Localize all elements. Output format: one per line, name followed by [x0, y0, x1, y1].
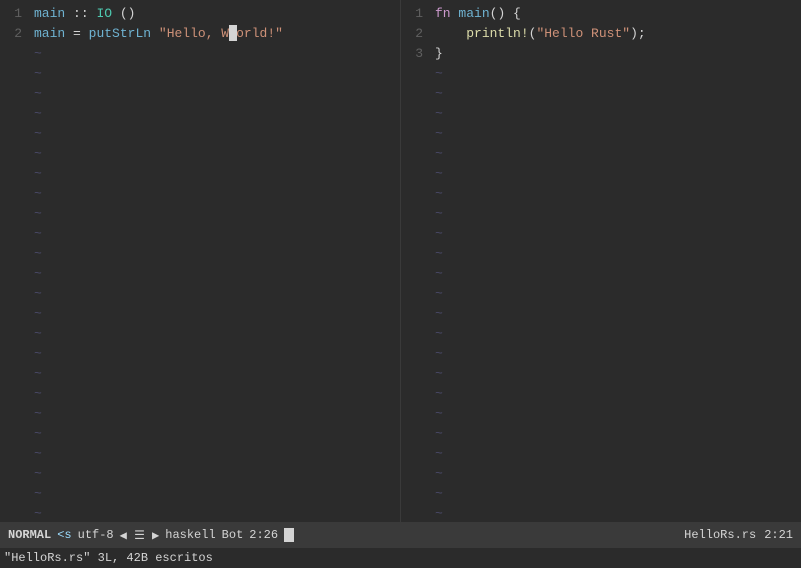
status-bot: Bot	[222, 528, 244, 542]
line-code: }	[431, 44, 443, 64]
line-code: main = putStrLn "Hello, World!"	[30, 24, 283, 44]
status-cursor-indicator	[284, 528, 294, 542]
line-code: main :: IO ()	[30, 4, 135, 24]
line-number: 1	[401, 4, 431, 24]
table-row: 2 println!("Hello Rust");	[401, 24, 801, 44]
status-right: HelloRs.rs 2:21	[684, 528, 793, 542]
status-position: 2:26	[249, 528, 278, 542]
left-code-content[interactable]: 1 main :: IO () 2 main = putStrLn "Hello…	[0, 0, 400, 522]
status-filetype: haskell	[165, 528, 215, 542]
statusbar: NORMAL <s utf-8 ◀ ☰ ▶ haskell Bot 2:26 H…	[0, 522, 801, 548]
status-filename-right: HelloRs.rs	[684, 528, 756, 542]
status-col-right: 2:21	[764, 528, 793, 542]
cmdline: "HelloRs.rs" 3L, 42B escritos	[0, 548, 801, 568]
line-code: fn main() {	[431, 4, 521, 24]
right-pane: 1 fn main() { 2 println!("Hello Rust"); …	[401, 0, 801, 522]
status-tag: <s	[57, 528, 71, 542]
left-pane: 1 main :: IO () 2 main = putStrLn "Hello…	[0, 0, 401, 522]
status-left: NORMAL <s utf-8 ◀ ☰ ▶ haskell Bot 2:26	[8, 528, 294, 543]
tilde-area: ~ ~ ~ ~ ~ ~ ~ ~ ~ ~ ~ ~ ~ ~ ~ ~ ~ ~ ~ ~	[401, 64, 801, 522]
status-encoding: utf-8	[78, 528, 114, 542]
table-row: 1 main :: IO ()	[0, 4, 400, 24]
line-number: 1	[0, 4, 30, 24]
table-row: 2 main = putStrLn "Hello, World!"	[0, 24, 400, 44]
line-number: 3	[401, 44, 431, 64]
editor-area: 1 main :: IO () 2 main = putStrLn "Hello…	[0, 0, 801, 522]
line-code: println!("Hello Rust");	[431, 24, 646, 44]
cmdline-text: "HelloRs.rs" 3L, 42B escritos	[4, 551, 213, 565]
status-arrows: ◀ ☰ ▶	[120, 528, 160, 543]
right-code-content[interactable]: 1 fn main() { 2 println!("Hello Rust"); …	[401, 0, 801, 522]
tilde-area: ~ ~ ~ ~ ~ ~ ~ ~ ~ ~ ~ ~ ~ ~ ~ ~ ~ ~ ~ ~	[0, 44, 400, 522]
line-number: 2	[0, 24, 30, 44]
table-row: 3 }	[401, 44, 801, 64]
status-mode: NORMAL	[8, 528, 51, 542]
line-number: 2	[401, 24, 431, 44]
table-row: 1 fn main() {	[401, 4, 801, 24]
